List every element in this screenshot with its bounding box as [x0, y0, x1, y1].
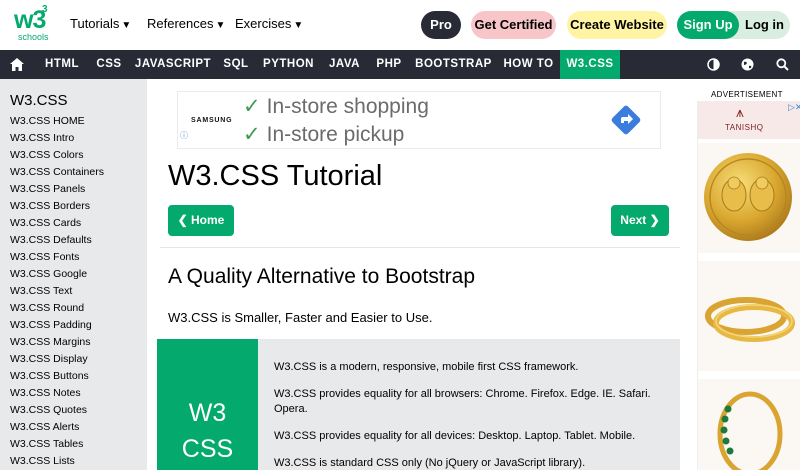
sidebar-item-notes[interactable]: W3.CSS Notes — [10, 387, 81, 399]
badge-line-1: W3 — [188, 399, 227, 427]
search-icon[interactable] — [770, 50, 794, 79]
ad-info-icon[interactable]: ⓘ — [180, 130, 188, 141]
pro-button[interactable]: Pro — [421, 11, 461, 39]
advertisement-label: ADVERTISEMENT — [711, 90, 783, 99]
badge-line-2: CSS — [181, 435, 234, 463]
tutorials-menu-label: Tutorials — [70, 16, 120, 31]
lead-text: W3.CSS is Smaller, Faster and Easier to … — [168, 310, 433, 325]
divider — [160, 247, 680, 248]
nav-css[interactable]: CSS — [88, 50, 130, 79]
sidebar-item-round[interactable]: W3.CSS Round — [10, 302, 84, 314]
globe-icon[interactable] — [735, 50, 759, 79]
sidebar-item-quotes[interactable]: W3.CSS Quotes — [10, 404, 87, 416]
create-website-button[interactable]: Create Website — [567, 11, 667, 39]
sidebar-item-home[interactable]: W3.CSS HOME — [10, 115, 85, 127]
w3css-badge: W3 CSS — [157, 339, 258, 470]
sidebar-item-containers[interactable]: W3.CSS Containers — [10, 166, 104, 178]
panel-text-2: W3.CSS provides equality for all browser… — [274, 388, 651, 415]
caret-down-icon: ▼ — [293, 20, 304, 31]
references-menu-label: References — [147, 16, 214, 31]
sidebar-item-cards[interactable]: W3.CSS Cards — [10, 217, 81, 229]
ad-brand: SAMSUNG — [191, 117, 233, 124]
page-title: W3.CSS Tutorial — [168, 160, 383, 192]
sidebar-item-google[interactable]: W3.CSS Google — [10, 268, 87, 280]
sidebar-item-intro[interactable]: W3.CSS Intro — [10, 132, 74, 144]
sidebar-item-defaults[interactable]: W3.CSS Defaults — [10, 234, 92, 246]
tutorials-menu[interactable]: Tutorials ▼ — [70, 16, 131, 31]
exercises-menu-label: Exercises — [235, 16, 292, 31]
nav-sql[interactable]: SQL — [216, 50, 256, 79]
w3schools-logo[interactable]: w3 3 schools — [14, 4, 54, 44]
exercises-menu[interactable]: Exercises ▼ — [235, 16, 303, 31]
next-button[interactable]: Next ❯ — [611, 205, 669, 236]
directions-icon[interactable] — [610, 104, 642, 136]
sidebar-item-tables[interactable]: W3.CSS Tables — [10, 438, 83, 450]
section-heading: A Quality Alternative to Bootstrap — [168, 265, 476, 288]
caret-down-icon: ▼ — [121, 20, 132, 31]
ad-close-icon[interactable]: ▷✕ — [788, 102, 800, 113]
log-in-button[interactable]: Log in — [739, 11, 790, 39]
sidebar-item-alerts[interactable]: W3.CSS Alerts — [10, 421, 79, 433]
gold-bangles-image — [698, 261, 800, 371]
sidebar-item-borders[interactable]: W3.CSS Borders — [10, 200, 90, 212]
nav-html[interactable]: HTML — [36, 50, 88, 79]
ad-line-1: ✓ In-store shopping — [243, 94, 429, 119]
nav-python[interactable]: PYTHON — [256, 50, 321, 79]
logo-subtext: schools — [18, 32, 49, 42]
samsung-ad-banner[interactable]: SAMSUNG ✓ In-store shopping ✓ In-store pic… — [177, 91, 661, 149]
sidebar-item-text[interactable]: W3.CSS Text — [10, 285, 72, 297]
logo-text: w3 — [14, 6, 46, 34]
tanishq-logo-icon: ⩚ — [736, 104, 744, 120]
sidebar-item-padding[interactable]: W3.CSS Padding — [10, 319, 92, 331]
ad-line-2-text: In-store pickup — [266, 123, 405, 146]
logo-superscript: 3 — [42, 4, 48, 15]
tanishq-ad[interactable]: ⩚ TANISHQ ▷✕ — [697, 101, 800, 475]
references-menu[interactable]: References ▼ — [147, 16, 225, 31]
gold-ring-image — [698, 379, 800, 475]
check-icon: ✓ — [243, 95, 261, 118]
top-header: w3 3 schools Tutorials ▼ References ▼ Exer… — [0, 0, 800, 50]
nav-javascript[interactable]: JAVASCRIPT — [130, 50, 216, 79]
theme-toggle-icon[interactable] — [701, 50, 725, 79]
sidebar-item-colors[interactable]: W3.CSS Colors — [10, 149, 84, 161]
panel-text-1: W3.CSS is a modern, responsive, mobile f… — [274, 361, 579, 373]
sidebar-item-fonts[interactable]: W3.CSS Fonts — [10, 251, 79, 263]
sidebar-item-display[interactable]: W3.CSS Display — [10, 353, 88, 365]
main-navbar: HTML CSS JAVASCRIPT SQL PYTHON JAVA PHP … — [0, 50, 800, 79]
gold-coin-image — [698, 143, 800, 253]
caret-down-icon: ▼ — [215, 20, 226, 31]
sidebar-item-lists[interactable]: W3.CSS Lists — [10, 455, 75, 467]
nav-php[interactable]: PHP — [368, 50, 410, 79]
panel-text-3: W3.CSS provides equality for all devices… — [274, 430, 636, 442]
panel-text-4: W3.CSS is standard CSS only (No jQuery o… — [274, 457, 586, 469]
sidebar: W3.CSS W3.CSS HOME W3.CSS Intro W3.CSS C… — [0, 79, 147, 470]
sidebar-item-buttons[interactable]: W3.CSS Buttons — [10, 370, 89, 382]
ad-line-2: ✓ In-store pickup — [243, 122, 404, 147]
get-certified-button[interactable]: Get Certified — [471, 11, 556, 39]
intro-panel: W3 CSS W3.CSS is a modern, responsive, m… — [157, 339, 680, 470]
check-icon: ✓ — [243, 123, 261, 146]
tanishq-brand: TANISHQ — [725, 123, 764, 132]
sidebar-title: W3.CSS — [10, 92, 68, 109]
home-button[interactable]: ❮ Home — [168, 205, 234, 236]
ad-line-1-text: In-store shopping — [266, 95, 429, 118]
home-icon[interactable] — [5, 50, 29, 79]
nav-w3css[interactable]: W3.CSS — [560, 50, 620, 79]
tanishq-header: ⩚ TANISHQ — [698, 101, 800, 139]
nav-bootstrap[interactable]: BOOTSTRAP — [410, 50, 497, 79]
nav-java[interactable]: JAVA — [321, 50, 368, 79]
sidebar-item-margins[interactable]: W3.CSS Margins — [10, 336, 91, 348]
sidebar-item-panels[interactable]: W3.CSS Panels — [10, 183, 85, 195]
sign-up-button[interactable]: Sign Up — [677, 11, 739, 39]
nav-howto[interactable]: HOW TO — [497, 50, 560, 79]
